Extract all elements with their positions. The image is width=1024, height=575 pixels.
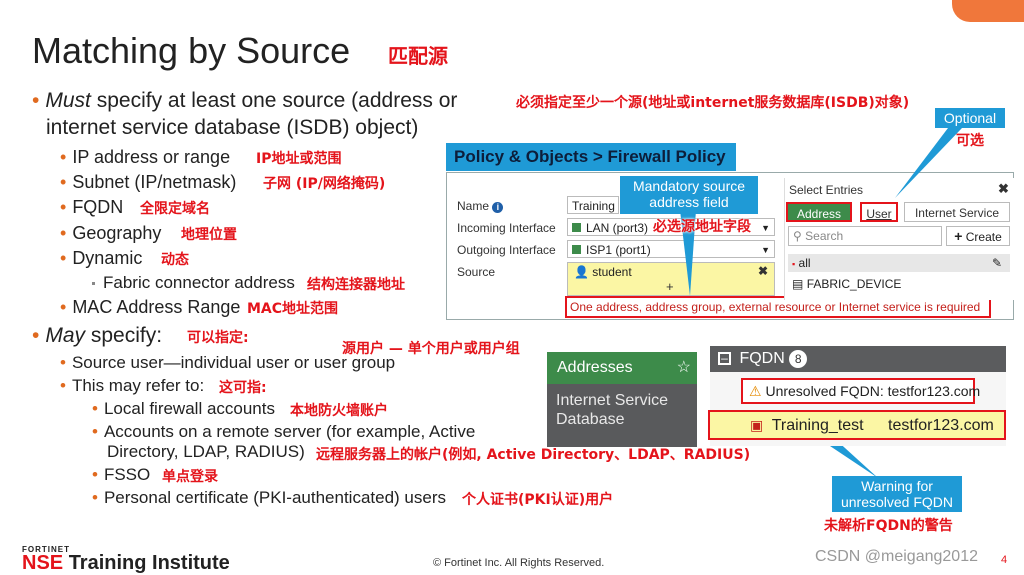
unresolved-warning: ⚠ Unresolved FQDN: testfor123.com — [741, 378, 980, 404]
table-row[interactable]: ▣ Training_test testfor123.com — [708, 410, 1006, 440]
callout-mandatory-cn: 必选源地址字段 — [653, 219, 751, 235]
fqdn-object-icon: ▣ — [750, 417, 764, 433]
fqdn-group-header[interactable]: – FQDN 8 — [710, 346, 1006, 372]
addresses-tab[interactable]: Addresses ☆ — [547, 352, 697, 384]
watermark: CSDN @meigang2012 — [815, 548, 978, 565]
warning-icon: ⚠ — [749, 383, 762, 399]
star-icon[interactable]: ☆ — [677, 352, 691, 384]
callout-warning-cn: 未解析FQDN的警告 — [824, 518, 953, 534]
collapse-icon[interactable]: – — [718, 352, 731, 366]
fqdn-count-badge: 8 — [789, 349, 808, 368]
nse-logo: NSE Training Institute — [22, 552, 230, 574]
isdb-tab[interactable]: Internet Service Database — [556, 391, 668, 429]
pointer-optional — [895, 128, 962, 198]
copyright: © Fortinet Inc. All Rights Reserved. — [433, 557, 605, 569]
page-number: 4 — [1001, 554, 1008, 566]
callout-mandatory: Mandatory source address field — [620, 176, 758, 214]
callout-warning: Warning for unresolved FQDN — [832, 476, 962, 512]
